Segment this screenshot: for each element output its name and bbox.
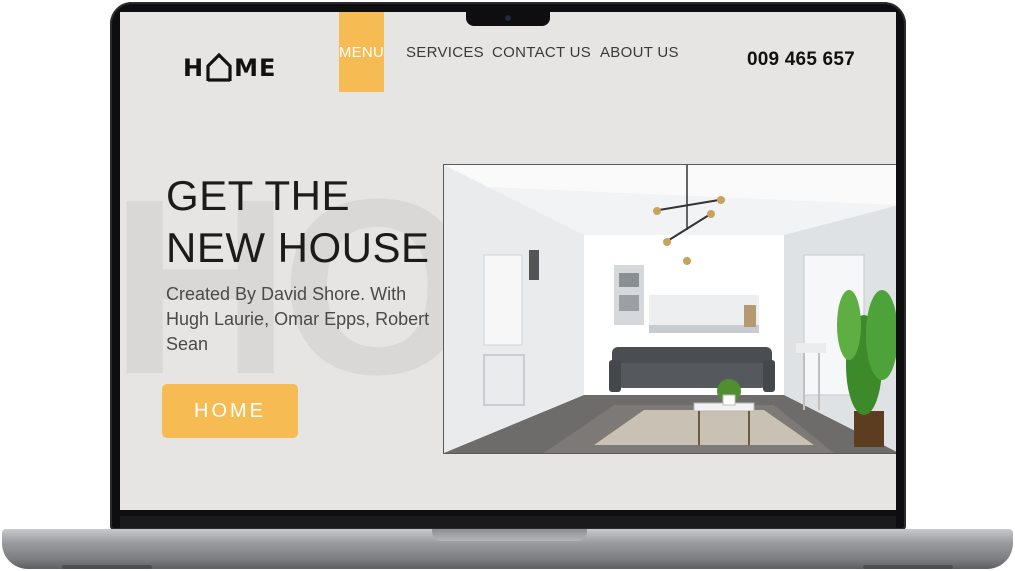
home-button[interactable]: HOME [162,384,298,438]
logo-letter-h: H [183,54,205,82]
house-icon [206,52,232,82]
phone-number[interactable]: 009 465 657 [747,49,855,71]
hero-heading: GET THE NEW HOUSE [166,172,430,271]
laptop-bezel-bottom [120,516,896,528]
laptop-opening-groove [432,529,587,541]
logo-letters-me: ME [234,54,277,82]
interior-illustration [444,165,896,453]
site-logo[interactable]: H ME [183,48,276,82]
nav-menu[interactable]: MENU [339,12,384,92]
website-screen: HO H ME MENU SERVICES CONTACT US ABOUT U… [120,12,896,510]
laptop-base [2,529,1013,569]
nav-about-us[interactable]: ABOUT US [600,12,679,92]
hero-subtitle: Created By David Shore. With Hugh Laurie… [166,284,430,354]
living-room-photo [443,164,896,454]
camera-notch [466,10,550,26]
laptop-foot-left [62,565,152,569]
camera-icon [505,15,511,21]
laptop-foot-right [863,565,953,569]
